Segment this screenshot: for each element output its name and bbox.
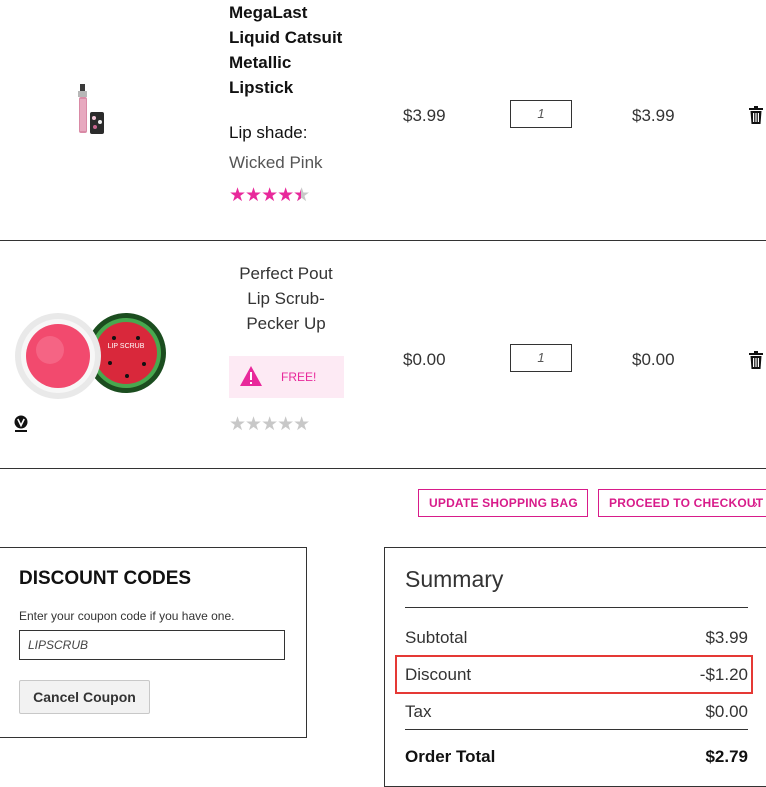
half-star-icon: ★★ xyxy=(293,185,310,206)
update-label: UPDATE SHOPPING BAG xyxy=(429,496,578,510)
discount-value: -$1.20 xyxy=(699,665,748,684)
star-icon: ★★★★ xyxy=(229,185,294,206)
product-image-lip-scrub[interactable]: LIP SCRUB xyxy=(14,308,170,404)
summary-divider xyxy=(405,729,748,730)
subtotal-label: Subtotal xyxy=(405,628,468,647)
discount-codes-panel: DISCOUNT CODES Enter your coupon code if… xyxy=(0,547,307,738)
row-divider xyxy=(0,240,766,241)
unit-price: $0.00 xyxy=(403,350,446,369)
line-subtotal: $0.00 xyxy=(632,350,675,369)
tax-label: Tax xyxy=(405,702,432,721)
checkout-label: PROCEED TO CHECKOUT xyxy=(609,496,764,510)
coupon-code-input[interactable]: LIPSCRUB xyxy=(19,630,285,660)
order-total-value: $2.79 xyxy=(705,747,748,766)
attribute-value: Wicked Pink xyxy=(229,153,323,172)
svg-text:LIP SCRUB: LIP SCRUB xyxy=(108,343,145,350)
product-name[interactable]: MegaLast Liquid Catsuit Metallic Lipstic… xyxy=(229,0,349,100)
rating-stars: ★★★★★★ xyxy=(229,184,310,207)
trash-icon[interactable] xyxy=(749,351,763,369)
discount-hint: Enter your coupon code if you have one. xyxy=(19,609,235,623)
proceed-to-checkout-button[interactable]: PROCEED TO CHECKOUT › xyxy=(598,489,766,517)
vegan-badge-icon xyxy=(14,415,28,432)
warning-icon xyxy=(240,366,262,386)
cancel-coupon-button[interactable]: Cancel Coupon xyxy=(19,680,150,714)
discount-title: DISCOUNT CODES xyxy=(19,568,192,589)
order-total-label: Order Total xyxy=(405,747,496,766)
update-shopping-bag-button[interactable]: UPDATE SHOPPING BAG › xyxy=(418,489,588,517)
summary-title: Summary xyxy=(405,566,504,592)
discount-label: Discount xyxy=(405,665,472,684)
trash-icon[interactable] xyxy=(749,106,763,124)
summary-divider xyxy=(405,607,748,608)
tax-value: $0.00 xyxy=(705,702,748,721)
quantity-input[interactable]: 1 xyxy=(510,344,572,372)
product-name[interactable]: Perfect Pout Lip Scrub- Pecker Up xyxy=(226,261,346,336)
chevron-right-icon: › xyxy=(753,495,758,511)
line-subtotal: $3.99 xyxy=(632,106,675,125)
free-gift-badge: FREE! xyxy=(229,356,344,398)
star-icon: ★★★★★ xyxy=(229,414,310,435)
row-divider xyxy=(0,468,766,469)
attribute-label: Lip shade: xyxy=(229,123,308,142)
rating-stars: ★★★★★ xyxy=(229,413,310,436)
product-image-lipstick[interactable] xyxy=(72,82,112,140)
free-label: FREE! xyxy=(281,370,317,384)
order-summary-panel: Summary Subtotal $3.99 Discount -$1.20 T… xyxy=(384,547,766,787)
subtotal-value: $3.99 xyxy=(705,628,748,647)
unit-price: $3.99 xyxy=(403,106,446,125)
chevron-right-icon: › xyxy=(573,495,578,511)
quantity-input[interactable]: 1 xyxy=(510,100,572,128)
